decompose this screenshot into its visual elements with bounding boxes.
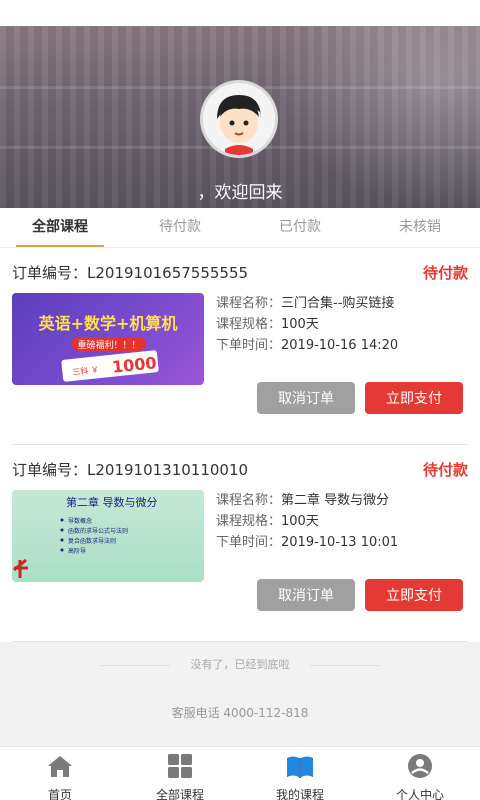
thumb-line: 导数概念 — [68, 517, 92, 525]
thumb-title: 英语+数学+机算机 — [38, 314, 178, 333]
order-time-label: 下单时间： — [216, 338, 282, 353]
thumb-line: 高阶导 — [68, 547, 86, 555]
nav-all-courses-label: 全部课程 — [155, 788, 204, 800]
order-status: 待付款 — [422, 461, 468, 479]
grid-icon — [168, 754, 192, 778]
nav-profile[interactable]: 个人中心 — [360, 747, 480, 800]
cancel-order-button[interactable]: 取消订单 — [257, 382, 355, 414]
nav-home[interactable]: 首页 — [0, 747, 120, 800]
course-name: 三门合集--购买链接 — [281, 296, 395, 311]
book-icon — [287, 756, 313, 778]
order-card: 订单编号：L201910131011​0010 待付款 第二章 导数与微分 导数… — [12, 445, 468, 642]
nav-my-courses-label: 我的课程 — [275, 788, 324, 800]
avatar[interactable] — [200, 80, 278, 158]
user-icon — [408, 754, 432, 778]
bottom-nav: 首页 全部课程 我的课程 个人中心 — [0, 746, 480, 800]
course-info: 课程名称：三门合集--购买链接 课程规格：100天 下单时间：2019-10-1… — [216, 293, 398, 356]
order-time: 2019-10-13 10:01 — [281, 535, 399, 550]
order-number: 订单编号：L2019101657555555 — [12, 264, 249, 282]
tab-paid[interactable]: 已付款 — [240, 208, 360, 247]
thumb-line: 函数的求导公式与法则 — [68, 527, 128, 535]
order-tabs: 全部课程 待付款 已付款 未核销 — [0, 208, 480, 248]
tab-all-courses[interactable]: 全部课程 — [0, 208, 120, 247]
course-spec: 100天 — [281, 317, 319, 332]
home-icon — [48, 756, 72, 777]
tab-unverified[interactable]: 未核销 — [360, 208, 480, 247]
order-time: 2019-10-16 14:20 — [281, 338, 399, 353]
welcome-text: ，欢迎回来 — [197, 183, 283, 203]
profile-header: ，欢迎回来 — [0, 26, 480, 208]
course-name-label: 课程名称： — [216, 296, 282, 311]
pay-now-button[interactable]: 立即支付 — [365, 579, 463, 611]
tab-pending-payment[interactable]: 待付款 — [120, 208, 240, 247]
nav-profile-label: 个人中心 — [395, 788, 444, 800]
order-card: 订单编号：L2019101657555555 待付款 英语+数学+机算机 重磅福… — [12, 248, 468, 445]
thumb-title: 第二章 导数与微分 — [66, 495, 158, 509]
cancel-order-button[interactable]: 取消订单 — [257, 579, 355, 611]
course-spec-label: 课程规格： — [216, 514, 282, 529]
thumb-line: 复合函数求导法则 — [68, 537, 116, 545]
course-spec: 100天 — [281, 514, 319, 529]
nav-my-courses[interactable]: 我的课程 — [240, 747, 360, 800]
order-list: 订单编号：L2019101657555555 待付款 英语+数学+机算机 重磅福… — [0, 248, 480, 642]
course-thumbnail[interactable]: 英语+数学+机算机 重磅福利！！！ 三科 ￥ 1000 — [12, 293, 204, 385]
end-of-list-note: 没有了，已经到底啦 — [0, 656, 480, 676]
order-time-label: 下单时间： — [216, 535, 282, 550]
nav-home-label: 首页 — [47, 788, 72, 800]
course-thumbnail[interactable]: 第二章 导数与微分 导数概念 函数的求导公式与法则 复合函数求导法则 高阶导 — [12, 490, 204, 582]
order-status: 待付款 — [422, 264, 468, 282]
order-number: 订单编号：L201910131011​0010 — [12, 461, 249, 479]
course-name-label: 课程名称： — [216, 493, 282, 508]
course-info: 课程名称：第二章 导数与微分 课程规格：100天 下单时间：2019-10-13… — [216, 490, 398, 553]
course-spec-label: 课程规格： — [216, 317, 282, 332]
thumb-subtitle: 重磅福利！！！ — [77, 339, 140, 351]
thumb-price: 1000 — [111, 353, 157, 377]
service-phone[interactable]: 客服电话 4000-112-818 — [0, 704, 480, 721]
pay-now-button[interactable]: 立即支付 — [365, 382, 463, 414]
status-bar — [0, 0, 480, 26]
course-name: 第二章 导数与微分 — [281, 493, 390, 508]
nav-all-courses[interactable]: 全部课程 — [120, 747, 240, 800]
